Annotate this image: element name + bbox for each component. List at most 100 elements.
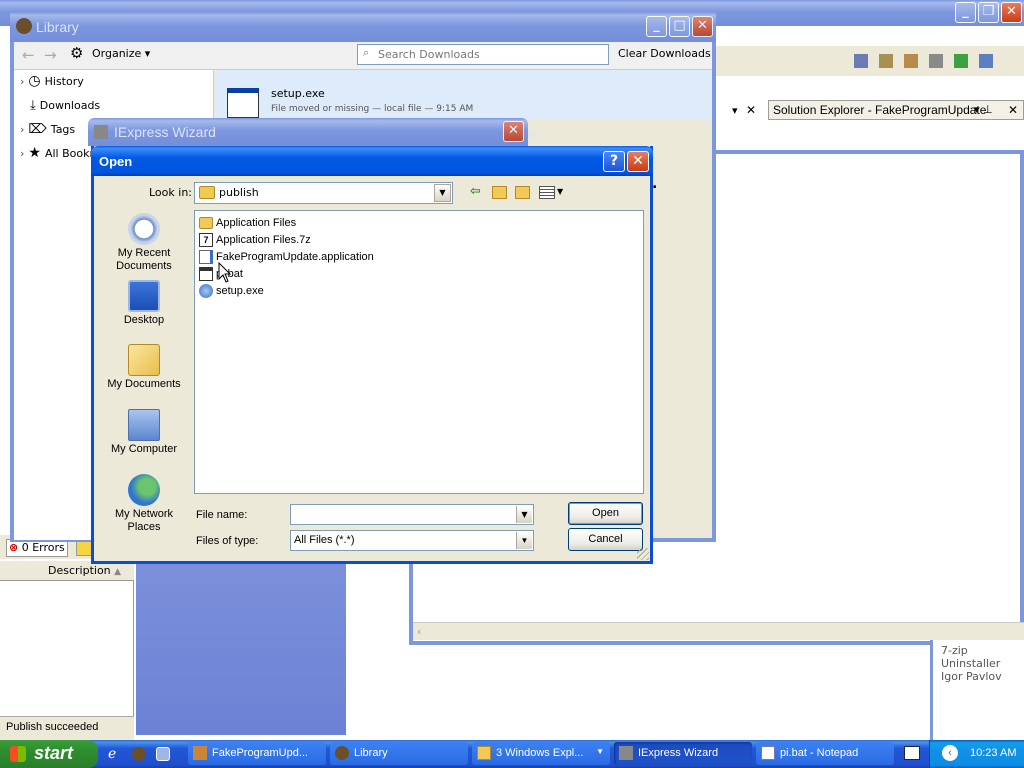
- search-downloads-input[interactable]: ⌕ Search Downloads: [357, 44, 609, 65]
- warning-icon[interactable]: [76, 540, 92, 556]
- folder-icon: [477, 746, 491, 760]
- chevron-down-icon[interactable]: ▼: [557, 187, 563, 196]
- task-pane: [136, 560, 346, 735]
- place-desktop[interactable]: Desktop: [101, 280, 187, 327]
- windows-logo-icon: [10, 746, 26, 762]
- window-title: IExpress Wizard: [114, 124, 216, 140]
- files-of-type-label: Files of type:: [196, 535, 259, 547]
- network-places-icon: [128, 474, 160, 506]
- chevron-down-icon[interactable]: ▼: [516, 506, 532, 523]
- list-item[interactable]: Application Files: [199, 214, 296, 231]
- desktop-icon: [128, 280, 160, 312]
- clock[interactable]: 10:23 AM: [970, 747, 1016, 759]
- gear-icon: ⚙: [70, 44, 84, 62]
- place-my-documents[interactable]: My Documents: [101, 344, 187, 391]
- iexpress-wizard-titlebar[interactable]: IExpress Wizard: [88, 118, 528, 146]
- internet-explorer-icon[interactable]: ℯ: [108, 746, 116, 762]
- notepad-icon: [761, 746, 775, 760]
- toolbar-icon[interactable]: [954, 54, 968, 68]
- sidebar-item-all-bookmarks[interactable]: ›★All Bookmarks: [20, 142, 92, 164]
- visual-studio-icon: [193, 746, 207, 760]
- back-icon[interactable]: ←: [22, 46, 35, 64]
- clock-icon: ◷: [28, 73, 41, 89]
- taskbar-item-iexpress-wizard[interactable]: IExpress Wizard: [614, 742, 752, 765]
- minimize-icon[interactable]: _: [646, 16, 667, 37]
- taskbar-item-library[interactable]: Library: [330, 742, 468, 765]
- error-icon: ⊗: [9, 541, 19, 554]
- resize-grip-icon[interactable]: [637, 548, 649, 560]
- maximize-icon[interactable]: □: [669, 16, 690, 37]
- horizontal-scrollbar[interactable]: ‹: [413, 622, 1024, 640]
- close-icon[interactable]: ✕: [627, 151, 649, 172]
- organize-menu-button[interactable]: ⚙ Organize ▾: [70, 44, 150, 62]
- up-folder-icon[interactable]: [492, 186, 507, 199]
- toolbar-icon[interactable]: [904, 54, 918, 68]
- sidebar-item-tags[interactable]: › ⌦ Tags: [20, 118, 75, 140]
- add-remove-programs-item[interactable]: 7-zip Uninstaller Igor Pavlov: [930, 640, 1024, 740]
- close-icon[interactable]: ✕: [1008, 103, 1018, 117]
- back-arrow-icon[interactable]: ⇦: [470, 184, 481, 199]
- show-desktop-icon[interactable]: [156, 747, 170, 761]
- file-list[interactable]: Application Files 7 Application Files.7z…: [194, 210, 644, 494]
- place-my-recent-documents[interactable]: My Recent Documents: [101, 213, 187, 273]
- file-name-input[interactable]: ▼: [290, 504, 534, 525]
- minimize-icon[interactable]: _: [955, 2, 976, 23]
- help-icon[interactable]: ?: [603, 151, 625, 172]
- chevron-down-icon[interactable]: ▼: [516, 532, 532, 549]
- expand-arrow-icon[interactable]: ›: [20, 75, 24, 88]
- look-in-dropdown[interactable]: publish: [194, 182, 453, 204]
- toolbar-icon[interactable]: [879, 54, 893, 68]
- download-filename: setup.exe: [271, 87, 325, 100]
- quick-launch: ℯ: [104, 744, 184, 764]
- clear-downloads-button[interactable]: Clear Downloads: [618, 47, 711, 60]
- open-dialog-titlebar[interactable]: Open: [91, 146, 653, 176]
- open-button[interactable]: Open: [568, 502, 643, 525]
- setup-exe-icon: [199, 283, 213, 298]
- start-button[interactable]: start: [0, 740, 98, 768]
- chevron-down-icon[interactable]: ▼: [434, 184, 451, 202]
- close-icon[interactable]: ✕: [503, 121, 524, 142]
- setup-exe-icon: [227, 88, 259, 118]
- toolbar-icon[interactable]: [979, 54, 993, 68]
- toolbar-icon[interactable]: [929, 54, 943, 68]
- list-item[interactable]: setup.exe: [199, 282, 264, 299]
- taskbar-item-notepad[interactable]: pi.bat - Notepad: [756, 742, 894, 765]
- firefox-icon[interactable]: [132, 747, 146, 761]
- close-icon[interactable]: ✕: [746, 103, 756, 117]
- close-icon[interactable]: ✕: [1001, 2, 1022, 23]
- sidebar-item-downloads[interactable]: ⤓ Downloads: [20, 94, 100, 116]
- sidebar-item-history[interactable]: › ◷ History: [20, 70, 84, 92]
- folder-icon: [199, 186, 215, 199]
- new-folder-icon[interactable]: [515, 186, 530, 199]
- sort-ascending-icon: ▲: [114, 567, 122, 577]
- status-bar: Publish succeeded: [0, 716, 134, 740]
- library-titlebar[interactable]: Library: [10, 12, 716, 42]
- toolbar: [714, 46, 1024, 76]
- pin-icon[interactable]: ▾ ⊥: [974, 103, 993, 116]
- pin-icon[interactable]: ▾: [732, 104, 738, 117]
- toolbar-icon[interactable]: [854, 54, 868, 68]
- list-item[interactable]: 7 Application Files.7z: [199, 231, 311, 248]
- place-my-computer[interactable]: My Computer: [101, 409, 187, 456]
- my-computer-icon: [128, 409, 160, 441]
- description-column-header[interactable]: Description ▲: [0, 561, 134, 581]
- keyboard-icon[interactable]: [904, 746, 920, 760]
- taskbar-item-windows-explorer[interactable]: 3 Windows Expl... ▼: [472, 742, 610, 765]
- restore-icon[interactable]: ❐: [978, 2, 999, 23]
- chevron-down-icon: ▼: [596, 747, 604, 756]
- place-my-network-places[interactable]: My Network Places: [101, 474, 187, 534]
- tray-collapse-icon[interactable]: ‹: [942, 745, 958, 761]
- places-bar: My Recent Documents Desktop My Documents…: [101, 208, 187, 538]
- download-arrow-icon: ⤓: [30, 97, 36, 113]
- error-list-panel: [0, 560, 134, 740]
- cancel-button[interactable]: Cancel: [568, 528, 643, 551]
- iexpress-icon: [94, 125, 108, 139]
- files-of-type-dropdown[interactable]: All Files (*.*) ▼: [290, 530, 534, 551]
- views-menu-icon[interactable]: [539, 186, 555, 199]
- expand-arrow-icon[interactable]: ›: [20, 147, 24, 160]
- close-icon[interactable]: ✕: [692, 16, 713, 37]
- scroll-left-icon[interactable]: ‹: [417, 625, 421, 638]
- forward-icon[interactable]: →: [44, 46, 57, 64]
- expand-arrow-icon[interactable]: ›: [20, 123, 24, 136]
- taskbar-item-fakeprogramupdate[interactable]: FakeProgramUpd...: [188, 742, 326, 765]
